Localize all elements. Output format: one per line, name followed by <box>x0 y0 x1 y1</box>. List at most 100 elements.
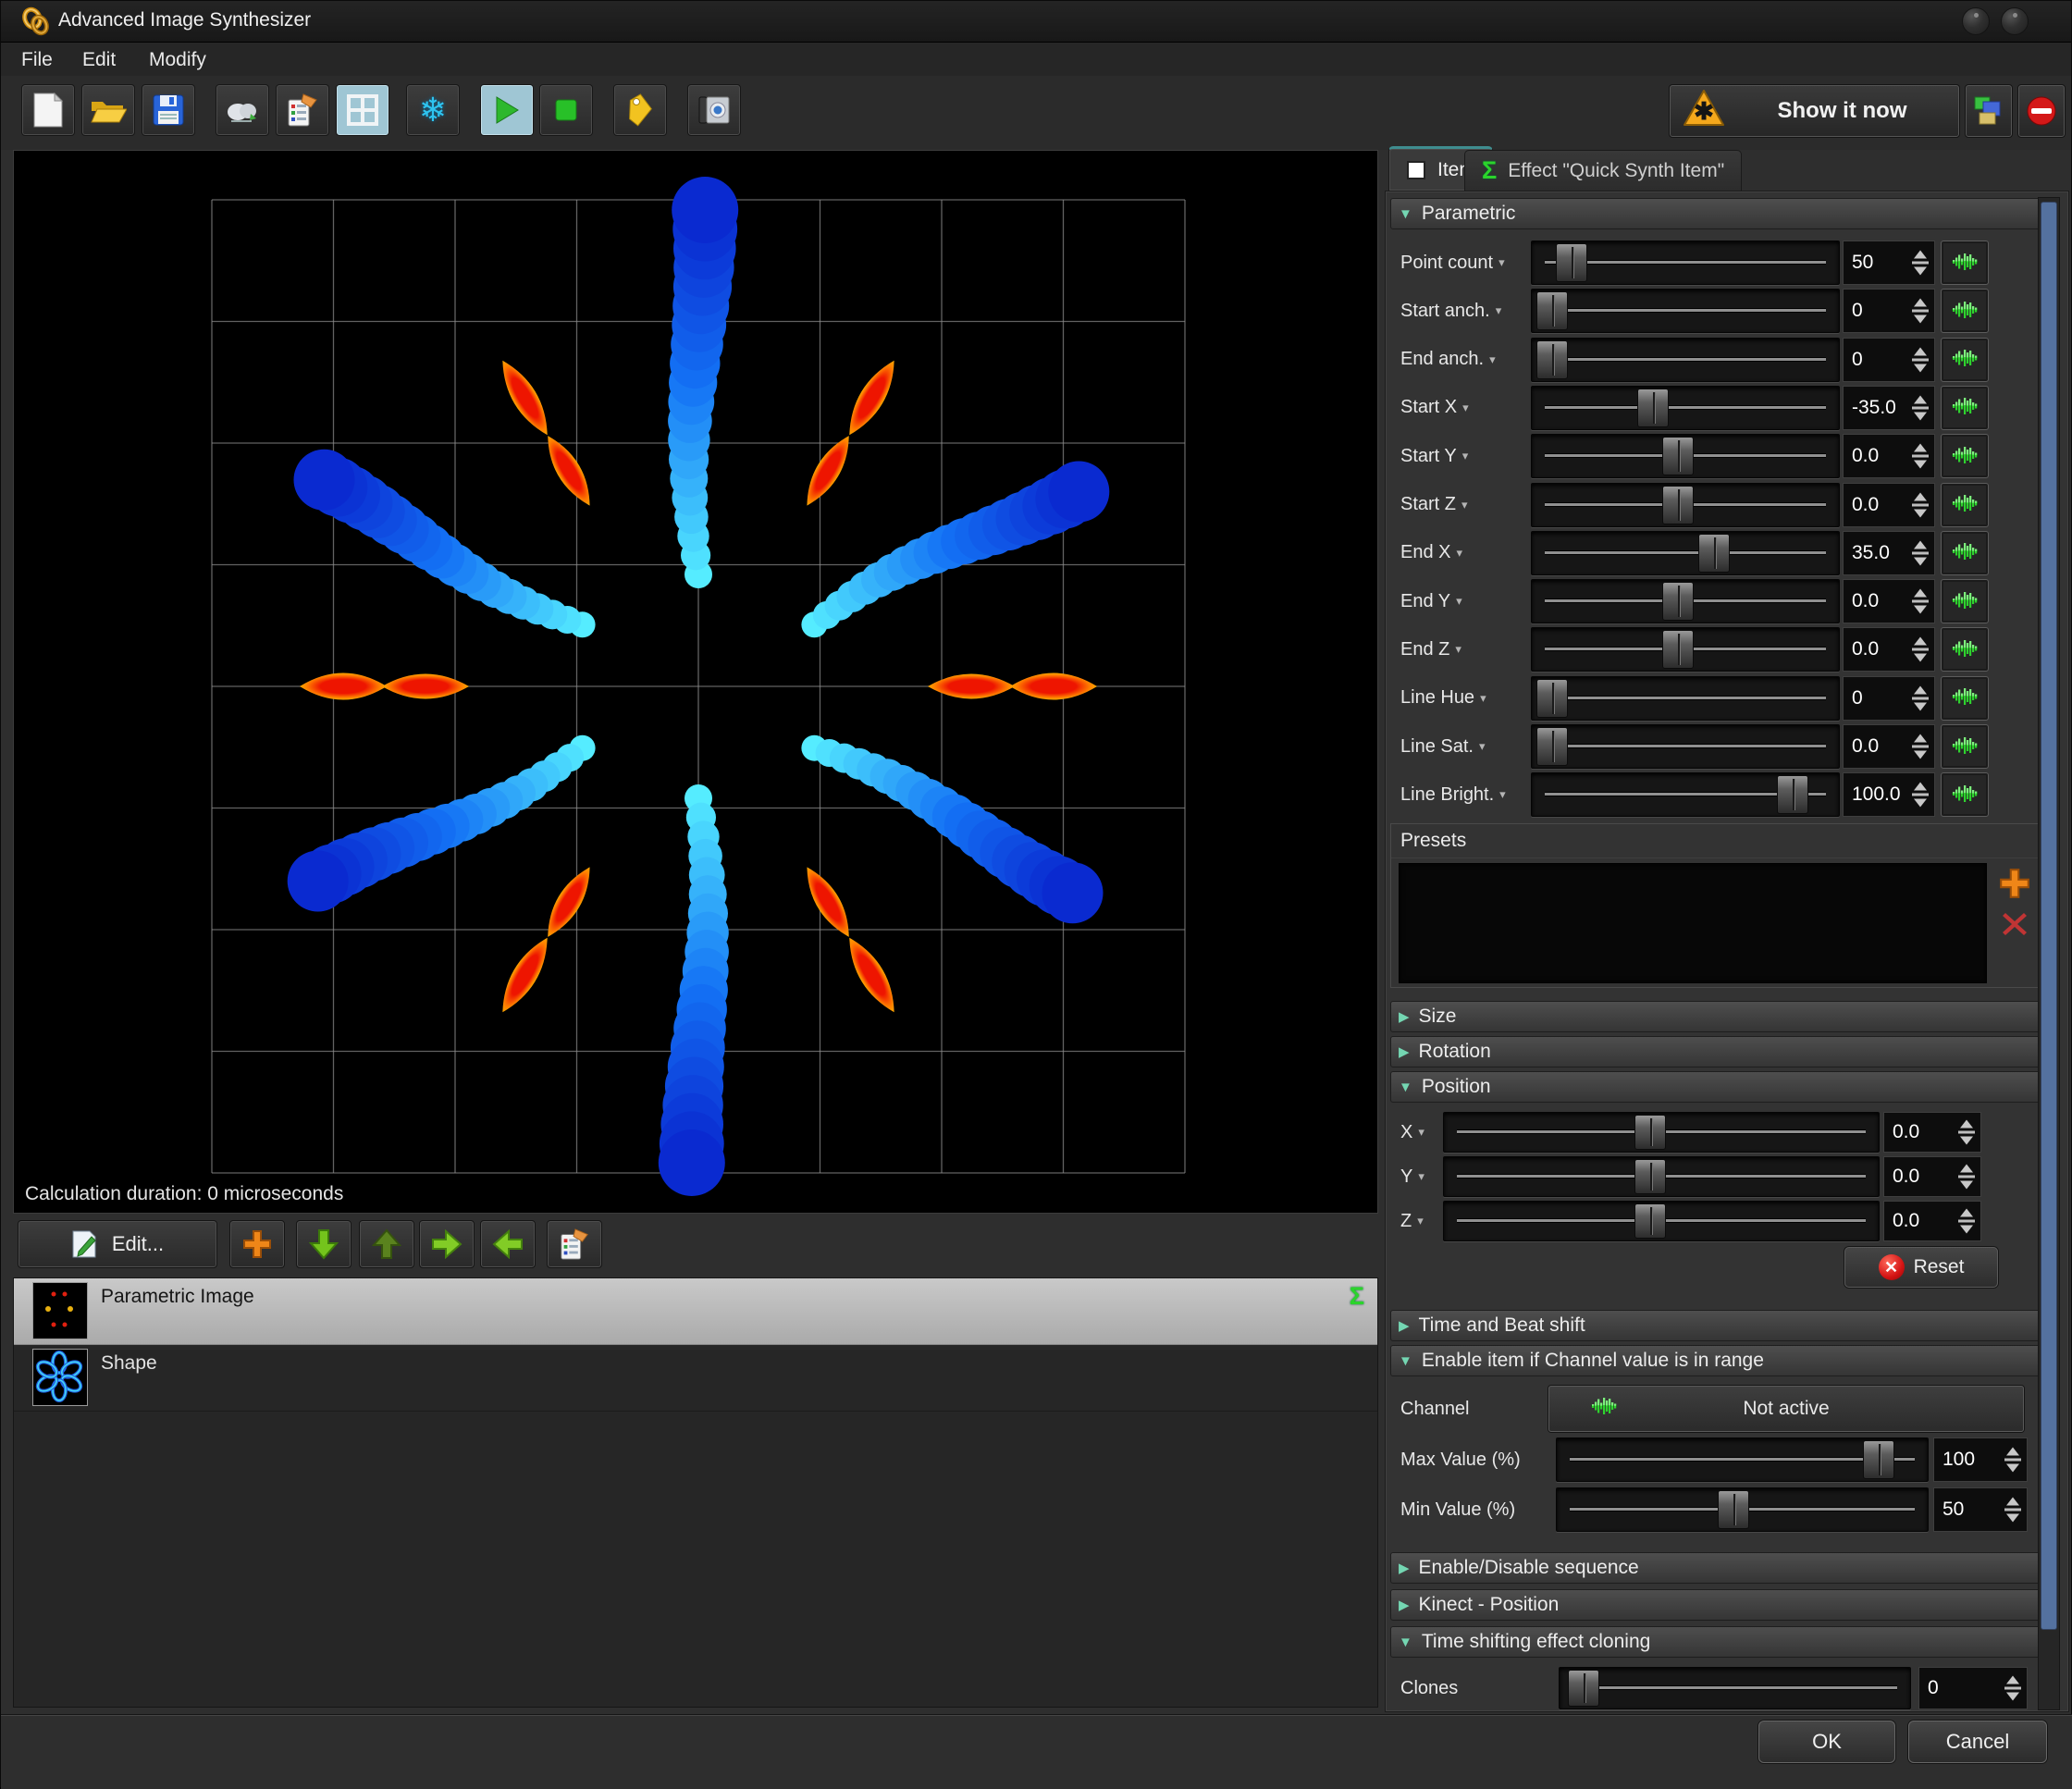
section-time-and-beat-shift[interactable]: ▶ Time and Beat shift <box>1390 1310 2049 1341</box>
cancel-button[interactable]: Cancel <box>1908 1721 2047 1763</box>
freeze-snowflake-button[interactable]: ❄ <box>406 84 460 136</box>
spin-down-icon[interactable] <box>1960 1181 1973 1190</box>
add-item-button[interactable] <box>229 1220 285 1268</box>
spin-down-icon[interactable] <box>1914 364 1927 372</box>
slider-thumb[interactable] <box>1662 582 1694 621</box>
parametric-value[interactable]: 0 <box>1843 289 1935 333</box>
tab-effect[interactable]: Σ Effect "Quick Synth Item" <box>1464 150 1742 191</box>
disable-output-button[interactable] <box>2017 84 2066 138</box>
value-spinner[interactable] <box>2003 1498 2023 1523</box>
position-reset-button[interactable]: ✕ Reset <box>1844 1247 1998 1288</box>
position-label[interactable]: Z▾ <box>1400 1201 1441 1241</box>
parametric-slider[interactable] <box>1531 386 1840 430</box>
value-spinner[interactable] <box>1910 685 1930 710</box>
clones-value[interactable]: 0 <box>1918 1667 2028 1709</box>
spin-up-icon[interactable] <box>1914 783 1927 791</box>
waveform-modulate-button[interactable] <box>1941 724 1989 769</box>
section-rotation[interactable]: ▶ Rotation <box>1390 1036 2049 1067</box>
waveform-modulate-button[interactable] <box>1941 434 1989 478</box>
spin-up-icon[interactable] <box>1914 492 1927 500</box>
waveform-modulate-button[interactable] <box>1941 676 1989 721</box>
value-spinner[interactable] <box>1910 492 1930 517</box>
waveform-modulate-button[interactable] <box>1941 483 1989 527</box>
range-value[interactable]: 100 <box>1933 1437 2028 1482</box>
stop-button[interactable] <box>539 84 593 136</box>
value-spinner[interactable] <box>1956 1120 1977 1145</box>
spin-up-icon[interactable] <box>1914 347 1927 355</box>
section-position[interactable]: ▼ Position <box>1390 1071 2049 1103</box>
spin-up-icon[interactable] <box>1960 1120 1973 1129</box>
value-spinner[interactable] <box>2003 1676 2023 1701</box>
spin-up-icon[interactable] <box>2006 1448 2019 1456</box>
parametric-label[interactable]: Start anch.▾ <box>1400 289 1528 333</box>
spin-down-icon[interactable] <box>1914 654 1927 662</box>
spin-up-icon[interactable] <box>1914 685 1927 694</box>
value-spinner[interactable] <box>1910 734 1930 759</box>
value-spinner[interactable] <box>1910 251 1930 276</box>
spin-down-icon[interactable] <box>1914 702 1927 710</box>
spin-down-icon[interactable] <box>1914 461 1927 469</box>
cloud-download-button[interactable] <box>216 84 269 136</box>
slider-thumb[interactable] <box>1634 1203 1666 1239</box>
parametric-slider[interactable] <box>1531 579 1840 623</box>
preview-canvas[interactable]: Calculation duration: 0 microseconds <box>13 150 1378 1214</box>
value-spinner[interactable] <box>1910 783 1930 808</box>
slider-thumb[interactable] <box>1568 1670 1599 1707</box>
spin-down-icon[interactable] <box>2006 1514 2019 1523</box>
parametric-value[interactable]: 0 <box>1843 338 1935 382</box>
list-item-shape[interactable]: Shape <box>14 1345 1377 1412</box>
add-preset-button[interactable] <box>1998 867 2031 905</box>
move-down-button[interactable] <box>296 1220 352 1268</box>
grid-view-button[interactable] <box>336 84 389 136</box>
waveform-modulate-button[interactable] <box>1941 627 1989 672</box>
spin-down-icon[interactable] <box>2006 1693 2019 1701</box>
value-spinner[interactable] <box>1956 1165 1977 1190</box>
parametric-label[interactable]: Line Hue▾ <box>1400 676 1528 721</box>
spin-up-icon[interactable] <box>2006 1676 2019 1684</box>
tag-button[interactable] <box>613 84 667 136</box>
value-spinner[interactable] <box>2003 1448 2023 1473</box>
parametric-slider[interactable] <box>1531 724 1840 769</box>
spin-down-icon[interactable] <box>1914 509 1927 517</box>
spin-up-icon[interactable] <box>1914 589 1927 598</box>
position-label[interactable]: Y▾ <box>1400 1156 1441 1197</box>
show-it-now-button[interactable]: ✱ Show it now <box>1669 84 1960 138</box>
new-file-button[interactable] <box>21 84 75 136</box>
edit-item-button[interactable]: Edit... <box>18 1220 217 1268</box>
waveform-modulate-button[interactable] <box>1941 531 1989 575</box>
move-right-button[interactable] <box>419 1220 475 1268</box>
parametric-label[interactable]: End anch.▾ <box>1400 338 1528 382</box>
play-button[interactable] <box>480 84 534 136</box>
spin-up-icon[interactable] <box>2006 1498 2019 1506</box>
spin-down-icon[interactable] <box>1960 1226 1973 1234</box>
slider-thumb[interactable] <box>1718 1490 1749 1529</box>
slider-thumb[interactable] <box>1777 775 1808 814</box>
item-properties-button[interactable] <box>547 1220 602 1268</box>
parametric-slider[interactable] <box>1531 289 1840 333</box>
slider-thumb[interactable] <box>1637 389 1669 427</box>
position-value[interactable]: 0.0 <box>1883 1201 1981 1241</box>
move-left-button[interactable] <box>480 1220 536 1268</box>
range-value[interactable]: 50 <box>1933 1487 2028 1532</box>
value-spinner[interactable] <box>1956 1209 1977 1234</box>
parametric-label[interactable]: Line Bright.▾ <box>1400 772 1528 817</box>
parametric-value[interactable]: 50 <box>1843 241 1935 285</box>
parametric-value[interactable]: 0 <box>1843 676 1935 721</box>
value-spinner[interactable] <box>1910 589 1930 614</box>
spin-down-icon[interactable] <box>2006 1464 2019 1473</box>
waveform-modulate-button[interactable] <box>1941 579 1989 623</box>
section-kinect-position[interactable]: ▶ Kinect - Position <box>1390 1589 2049 1621</box>
parametric-slider[interactable] <box>1531 627 1840 672</box>
layers-button[interactable] <box>1965 84 2013 138</box>
spin-down-icon[interactable] <box>1914 751 1927 759</box>
value-spinner[interactable] <box>1910 395 1930 420</box>
slider-thumb[interactable] <box>1536 727 1568 766</box>
spin-up-icon[interactable] <box>1914 251 1927 259</box>
window-close-button[interactable] <box>2001 7 2029 35</box>
clones-label[interactable]: Clones <box>1400 1667 1556 1709</box>
settings-scrollbar-thumb[interactable] <box>2041 202 2057 1630</box>
menu-edit[interactable]: Edit <box>75 47 123 73</box>
range-label[interactable]: Max Value (%) <box>1400 1437 1554 1482</box>
slider-thumb[interactable] <box>1662 630 1694 669</box>
slider-thumb[interactable] <box>1863 1440 1894 1479</box>
